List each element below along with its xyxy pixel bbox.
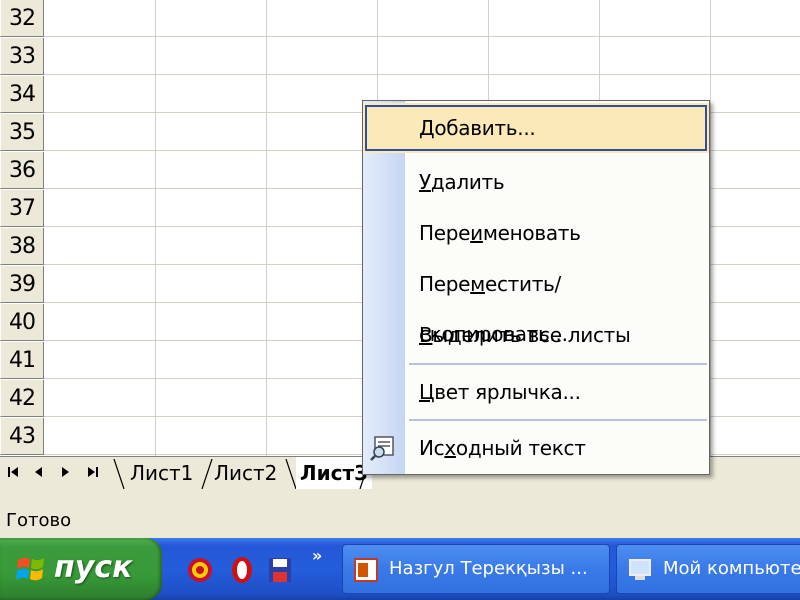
first-sheet-icon[interactable] [2, 465, 24, 485]
sheet-tab-2[interactable]: Лист2 [210, 457, 281, 489]
tab-divider [113, 459, 125, 489]
save-icon[interactable] [266, 556, 294, 584]
menu-item-label: Переименовать [419, 221, 581, 245]
menu-item-label: Удалить [419, 170, 505, 194]
windows-logo-icon [16, 557, 44, 581]
task-label: Назгул Терекқызы ... [389, 558, 588, 579]
browser-icon[interactable] [186, 556, 214, 584]
row-header[interactable]: 39 [0, 266, 44, 303]
menu-item-view-code[interactable]: Исходный текст [363, 423, 709, 473]
row-header[interactable]: 33 [0, 38, 44, 75]
opera-icon[interactable] [228, 556, 256, 584]
status-bar: Готово [0, 492, 800, 538]
menu-separator [409, 363, 707, 365]
menu-item-rename[interactable]: Переименовать [363, 208, 709, 258]
task-button-presentation[interactable]: Назгул Терекқызы ... [342, 544, 610, 594]
row-header[interactable]: 34 [0, 76, 44, 113]
quick-launch-more-button[interactable]: » [312, 546, 322, 565]
powerpoint-icon [354, 558, 378, 582]
start-button[interactable]: пуск [0, 538, 162, 600]
computer-icon [629, 559, 651, 580]
task-label: Мой компьютер [663, 558, 800, 579]
prev-sheet-icon[interactable] [28, 465, 50, 485]
grid-row[interactable]: 33 [0, 38, 800, 75]
sheet-context-menu: Добавить... Удалить Переименовать Переме… [362, 100, 710, 475]
grid-row[interactable]: 32 [0, 0, 800, 37]
row-header[interactable]: 36 [0, 152, 44, 189]
row-header[interactable]: 41 [0, 342, 44, 379]
menu-item-label: Цвет ярлычка... [419, 380, 581, 404]
row-header[interactable]: 37 [0, 190, 44, 227]
menu-item-delete[interactable]: Удалить [363, 157, 709, 207]
menu-item-move-copy[interactable]: Переместить/скопировать... [363, 259, 709, 346]
row-header[interactable]: 35 [0, 114, 44, 151]
menu-item-add[interactable]: Добавить... [363, 103, 709, 153]
row-header[interactable]: 42 [0, 380, 44, 417]
menu-item-label: Выделить все листы [419, 323, 631, 347]
menu-item-label: Добавить... [419, 116, 536, 140]
view-code-icon [370, 436, 394, 461]
menu-separator [409, 419, 707, 421]
task-button-my-computer[interactable]: Мой компьютер [616, 544, 800, 594]
row-header[interactable]: 43 [0, 418, 44, 455]
menu-item-select-all-sheets[interactable]: Выделить все листы [363, 310, 709, 360]
menu-item-label: Переместить/скопировать... [419, 272, 568, 346]
menu-item-label: Исходный текст [419, 436, 586, 460]
sheet-tab-1[interactable]: Лист1 [126, 457, 197, 489]
next-sheet-icon[interactable] [54, 465, 76, 485]
row-header[interactable]: 38 [0, 228, 44, 265]
start-label: пуск [54, 550, 133, 585]
row-header[interactable]: 40 [0, 304, 44, 341]
menu-item-tab-color[interactable]: Цвет ярлычка... [363, 367, 709, 417]
taskbar: пуск » Назгул Терекқызы ... Мой компьюте… [0, 538, 800, 600]
row-header[interactable]: 32 [0, 0, 44, 37]
status-text: Готово [6, 510, 72, 531]
last-sheet-icon[interactable] [82, 465, 104, 485]
